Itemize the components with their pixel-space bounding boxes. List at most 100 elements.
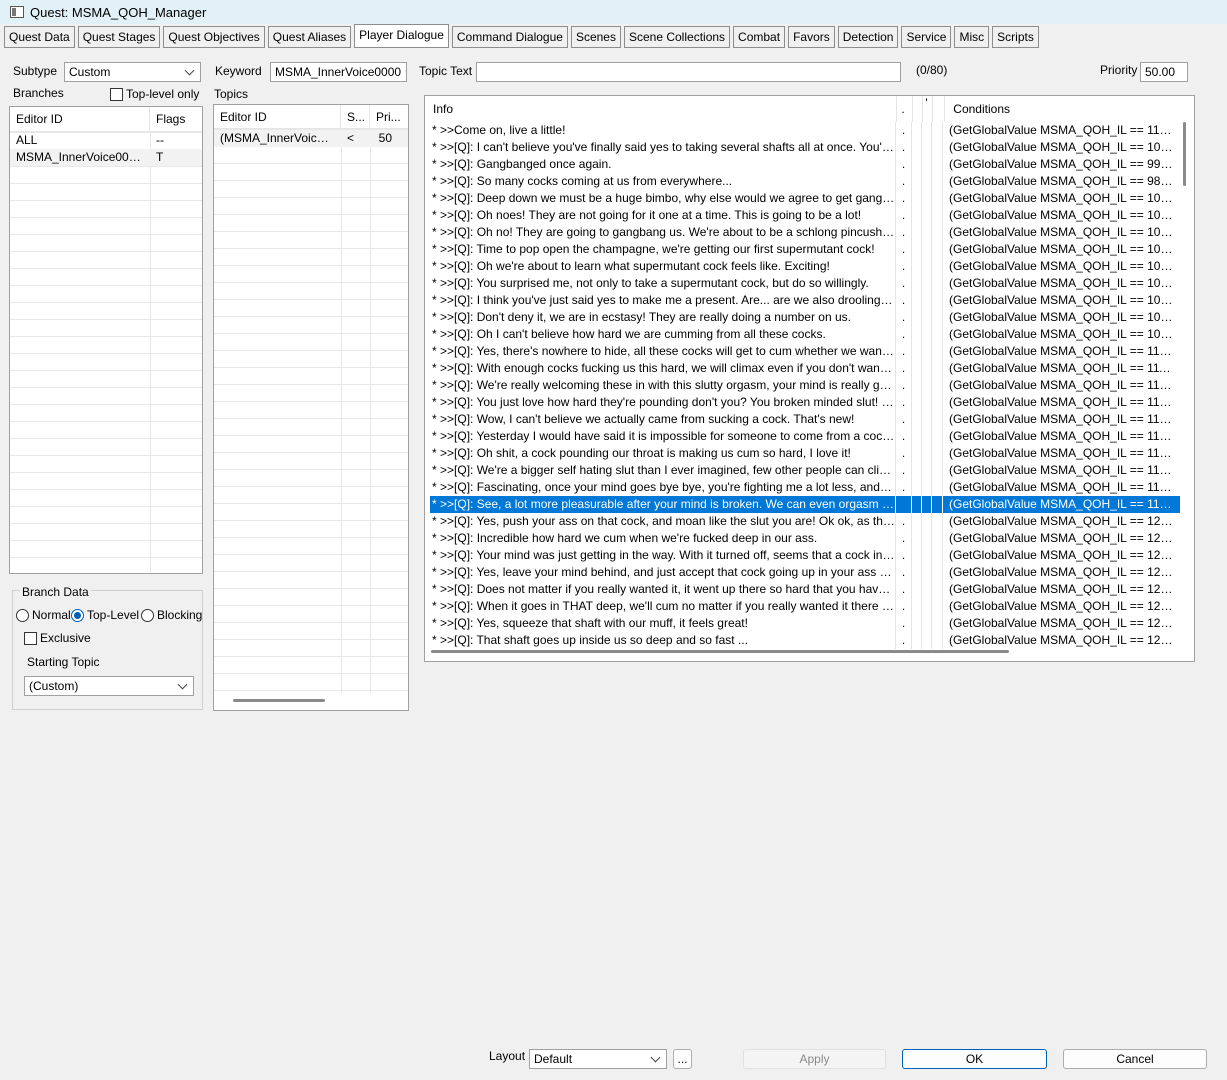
cancel-button[interactable]: Cancel xyxy=(1063,1049,1207,1069)
info-row[interactable]: * >>[Q]: Yes, leave your mind behind, an… xyxy=(430,564,1180,581)
info-row[interactable]: * >>[Q]: When it goes in THAT deep, we'l… xyxy=(430,598,1180,615)
tab-service[interactable]: Service xyxy=(901,26,952,48)
tab-quest-data[interactable]: Quest Data xyxy=(4,26,75,48)
info-row[interactable]: * >>[Q]: Oh noes! They are not going for… xyxy=(430,207,1180,224)
info-flag-d xyxy=(931,479,943,496)
column-header-info[interactable]: Info xyxy=(425,96,898,122)
apply-button[interactable]: Apply xyxy=(743,1049,886,1069)
tab-misc[interactable]: Misc xyxy=(954,26,990,48)
info-row[interactable]: * >>[Q]: Yes, squeeze that shaft with ou… xyxy=(430,615,1180,632)
tab-scenes[interactable]: Scenes xyxy=(570,26,621,48)
tab-quest-aliases[interactable]: Quest Aliases xyxy=(267,26,352,48)
topics-list[interactable]: Editor ID S... Pri... (MSMA_InnerVoice00… xyxy=(213,104,409,711)
info-row[interactable]: * >>[Q]: We're really welcoming these in… xyxy=(430,377,1180,394)
info-row[interactable]: * >>[Q]: Time to pop open the champagne,… xyxy=(430,241,1180,258)
info-row[interactable]: * >>[Q]: You surprised me, not only to t… xyxy=(430,275,1180,292)
info-row[interactable]: * >>[Q]: Your mind was just getting in t… xyxy=(430,547,1180,564)
subtype-dropdown[interactable]: Custom xyxy=(64,62,201,82)
column-header-a[interactable]: . xyxy=(897,96,914,122)
branches-list[interactable]: Editor ID Flags ALL -- MSMA_InnerVoice0000… xyxy=(9,106,203,574)
info-flag-d xyxy=(931,360,943,377)
info-row[interactable]: * >>[Q]: Fascinating, once your mind goe… xyxy=(430,479,1180,496)
tab-scene-collections[interactable]: Scene Collections xyxy=(623,26,731,48)
radio-blocking[interactable]: Blocking xyxy=(141,608,202,622)
branch-row[interactable]: ALL -- xyxy=(10,132,202,149)
tab-detection[interactable]: Detection xyxy=(837,26,899,48)
info-text: * >>[Q]: Oh we're about to learn what su… xyxy=(432,259,830,273)
info-list[interactable]: Info . ' Conditions * >>Come on, live a … xyxy=(424,95,1195,662)
info-conditions: (GetGlobalValue MSMA_QOH_IL == 121.00) xyxy=(949,531,1173,545)
topic-row[interactable]: (MSMA_InnerVoice00... <50 xyxy=(214,130,408,147)
info-row[interactable]: * >>[Q]: I can't believe you've finally … xyxy=(430,139,1180,156)
info-row[interactable]: * >>[Q]: I think you've just said yes to… xyxy=(430,292,1180,309)
info-row[interactable]: * >>[Q]: Oh no! They are going to gangba… xyxy=(430,224,1180,241)
info-flag-d xyxy=(931,564,943,581)
tab-quest-stages[interactable]: Quest Stages xyxy=(77,26,161,48)
radio-toplevel-circle[interactable] xyxy=(71,608,84,622)
info-row[interactable]: * >>[Q]: Oh I can't believe how hard we … xyxy=(430,326,1180,343)
checkbox-box[interactable] xyxy=(110,87,123,101)
column-header-s[interactable]: S... xyxy=(341,105,370,128)
radio-blocking-circle[interactable] xyxy=(141,608,154,622)
column-header-editor-id[interactable]: Editor ID xyxy=(214,105,341,128)
branch-row[interactable]: MSMA_InnerVoice00000... T xyxy=(10,149,202,166)
topic-text-input[interactable] xyxy=(476,62,901,82)
radio-normal[interactable]: Normal xyxy=(16,608,71,622)
info-flag-a: . xyxy=(895,547,911,564)
info-flag-d xyxy=(931,598,943,615)
priority-input[interactable]: 50.00 xyxy=(1140,62,1188,82)
info-row[interactable]: * >>[Q]: Deep down we must be a huge bim… xyxy=(430,190,1180,207)
column-header-d[interactable] xyxy=(933,96,946,122)
tab-quest-objectives[interactable]: Quest Objectives xyxy=(163,26,265,48)
info-row[interactable]: * >>[Q]: Yesterday I would have said it … xyxy=(430,428,1180,445)
info-row[interactable]: * >>[Q]: Yes, there's nowhere to hide, a… xyxy=(430,343,1180,360)
tab-command-dialogue[interactable]: Command Dialogue xyxy=(451,26,568,48)
column-header-conditions[interactable]: Conditions xyxy=(945,96,1185,122)
exclusive-checkbox-box[interactable] xyxy=(24,631,37,645)
info-flag-c xyxy=(921,547,931,564)
info-row[interactable]: * >>[Q]: Gangbanged once again.. (GetGlob… xyxy=(430,156,1180,173)
info-flag-b xyxy=(911,564,921,581)
info-row[interactable]: * >>[Q]: Oh we're about to learn what su… xyxy=(430,258,1180,275)
layout-dropdown[interactable]: Default xyxy=(529,1049,667,1069)
ok-button[interactable]: OK xyxy=(902,1049,1047,1069)
info-row[interactable]: * >>Come on, live a little!. (GetGlobalVa… xyxy=(430,122,1180,139)
keyword-dropdown[interactable]: MSMA_InnerVoice0000 xyxy=(270,62,407,82)
info-flag-c xyxy=(921,428,931,445)
starting-topic-dropdown[interactable]: (Custom) xyxy=(24,676,194,696)
topics-horizontal-scrollbar[interactable] xyxy=(233,699,325,702)
radio-normal-circle[interactable] xyxy=(16,608,29,622)
info-row[interactable]: * >>[Q]: Does not matter if you really w… xyxy=(430,581,1180,598)
tab-scripts[interactable]: Scripts xyxy=(992,26,1039,48)
toplevel-only-checkbox[interactable]: Top-level only xyxy=(110,87,199,101)
topic-priority: 50 xyxy=(378,131,392,145)
info-row[interactable]: * >>[Q]: Don't deny it, we are in ecstas… xyxy=(430,309,1180,326)
info-vertical-scrollbar[interactable] xyxy=(1183,122,1186,186)
info-conditions: (GetGlobalValue MSMA_QOH_IL == 116.00) xyxy=(949,446,1173,460)
info-row[interactable]: * >>[Q]: You just love how hard they're … xyxy=(430,394,1180,411)
tab-player-dialogue[interactable]: Player Dialogue xyxy=(354,24,449,48)
column-header-b[interactable] xyxy=(913,96,924,122)
info-flag-c xyxy=(921,139,931,156)
column-header-priority[interactable]: Pri... xyxy=(370,105,402,128)
info-row[interactable]: * >>[Q]: That shaft goes up inside us so… xyxy=(430,632,1180,649)
info-row[interactable]: * >>[Q]: Wow, I can't believe we actuall… xyxy=(430,411,1180,428)
info-row[interactable]: * >>[Q]: Oh shit, a cock pounding our th… xyxy=(430,445,1180,462)
tab-combat[interactable]: Combat xyxy=(733,26,786,48)
info-flag-d xyxy=(931,309,943,326)
exclusive-checkbox[interactable]: Exclusive xyxy=(24,631,91,645)
tab-favors[interactable]: Favors xyxy=(788,26,835,48)
info-row[interactable]: * >>[Q]: Incredible how hard we cum when… xyxy=(430,530,1180,547)
info-row[interactable]: * >>[Q]: See, a lot more pleasurable aft… xyxy=(430,496,1180,513)
layout-more-button[interactable]: ... xyxy=(673,1049,692,1069)
info-row[interactable]: * >>[Q]: We're a bigger self hating slut… xyxy=(430,462,1180,479)
column-header-editor-id[interactable]: Editor ID xyxy=(10,107,150,131)
column-header-c[interactable]: ' xyxy=(923,96,934,122)
radio-toplevel[interactable]: Top-Level xyxy=(71,608,139,622)
info-row[interactable]: * >>[Q]: With enough cocks fucking us th… xyxy=(430,360,1180,377)
info-row[interactable]: * >>[Q]: So many cocks coming at us from… xyxy=(430,173,1180,190)
info-row[interactable]: * >>[Q]: Yes, push your ass on that cock… xyxy=(430,513,1180,530)
info-flag-b xyxy=(911,377,921,394)
column-header-flags[interactable]: Flags xyxy=(150,107,195,131)
info-horizontal-scrollbar[interactable] xyxy=(431,650,1009,653)
